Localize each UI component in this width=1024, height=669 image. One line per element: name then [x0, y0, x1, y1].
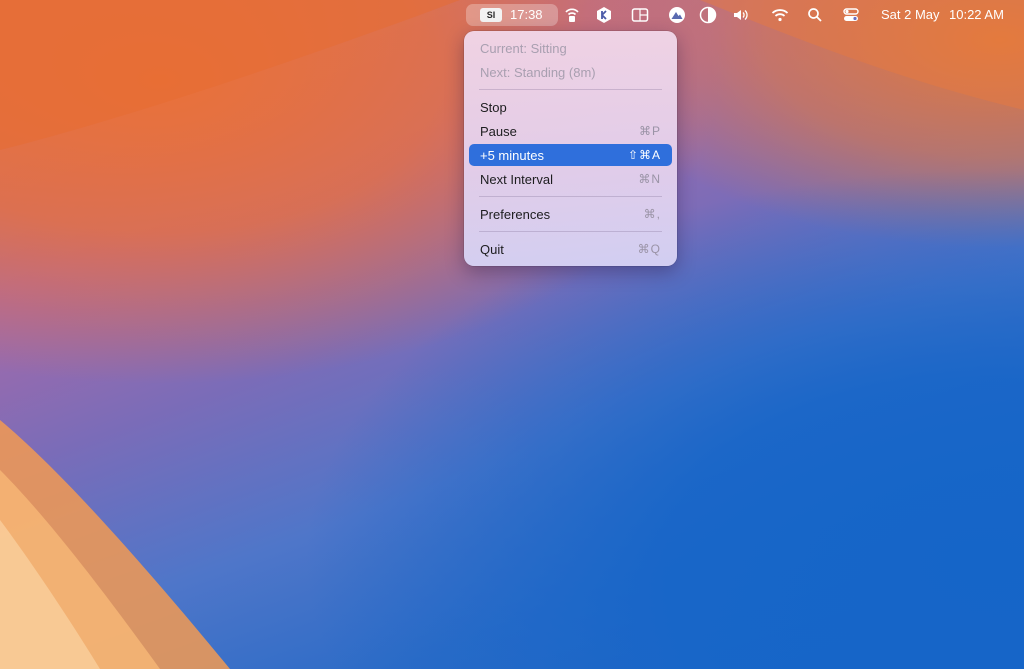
- menu-separator: [479, 231, 662, 232]
- next-interval-menu-item[interactable]: Next Interval ⌘N: [469, 168, 672, 190]
- preferences-shortcut: ⌘,: [643, 207, 661, 221]
- current-status-item: Current: Sitting: [469, 37, 672, 59]
- menu-separator: [479, 196, 662, 197]
- quit-shortcut: ⌘Q: [637, 242, 661, 256]
- add-5-minutes-shortcut: ⇧⌘A: [627, 148, 661, 162]
- pause-menu-item[interactable]: Pause ⌘P: [469, 120, 672, 142]
- preferences-menu-item[interactable]: Preferences ⌘,: [469, 203, 672, 225]
- next-interval-label: Next Interval: [480, 172, 553, 187]
- half-circle-icon[interactable]: [699, 6, 717, 24]
- app-timer-label: 17:38: [510, 7, 543, 22]
- preferences-label: Preferences: [480, 207, 551, 222]
- mountain-app-icon[interactable]: [668, 6, 686, 24]
- quit-menu-item[interactable]: Quit ⌘Q: [469, 238, 672, 260]
- control-center-icon[interactable]: [842, 6, 860, 24]
- search-icon[interactable]: [806, 6, 824, 24]
- next-status-label: Next: Standing (8m): [480, 65, 596, 80]
- next-interval-shortcut: ⌘N: [638, 172, 661, 186]
- add-5-minutes-label: +5 minutes: [480, 148, 544, 163]
- menubar-date[interactable]: Sat 2 May: [881, 7, 940, 22]
- stop-menu-item[interactable]: Stop: [469, 96, 672, 118]
- pause-shortcut: ⌘P: [638, 124, 661, 138]
- menu-separator: [479, 89, 662, 90]
- app-dropdown-menu: Current: Sitting Next: Standing (8m) Sto…: [464, 31, 677, 266]
- menu-bar: SI 17:38 Sat 2 May 10:22 AM: [0, 0, 1024, 30]
- wifi-lock-icon[interactable]: [563, 6, 581, 24]
- current-status-label: Current: Sitting: [480, 41, 567, 56]
- stop-label: Stop: [480, 100, 507, 115]
- app-badge-icon: SI: [480, 8, 502, 22]
- menubar-clock[interactable]: 10:22 AM: [949, 7, 1004, 22]
- next-status-item: Next: Standing (8m): [469, 61, 672, 83]
- quit-label: Quit: [480, 242, 504, 257]
- k-app-icon[interactable]: [595, 6, 613, 24]
- wifi-icon[interactable]: [771, 6, 789, 24]
- window-layout-icon[interactable]: [631, 6, 649, 24]
- volume-icon[interactable]: [732, 6, 750, 24]
- add-5-minutes-menu-item[interactable]: +5 minutes ⇧⌘A: [469, 144, 672, 166]
- pause-label: Pause: [480, 124, 517, 139]
